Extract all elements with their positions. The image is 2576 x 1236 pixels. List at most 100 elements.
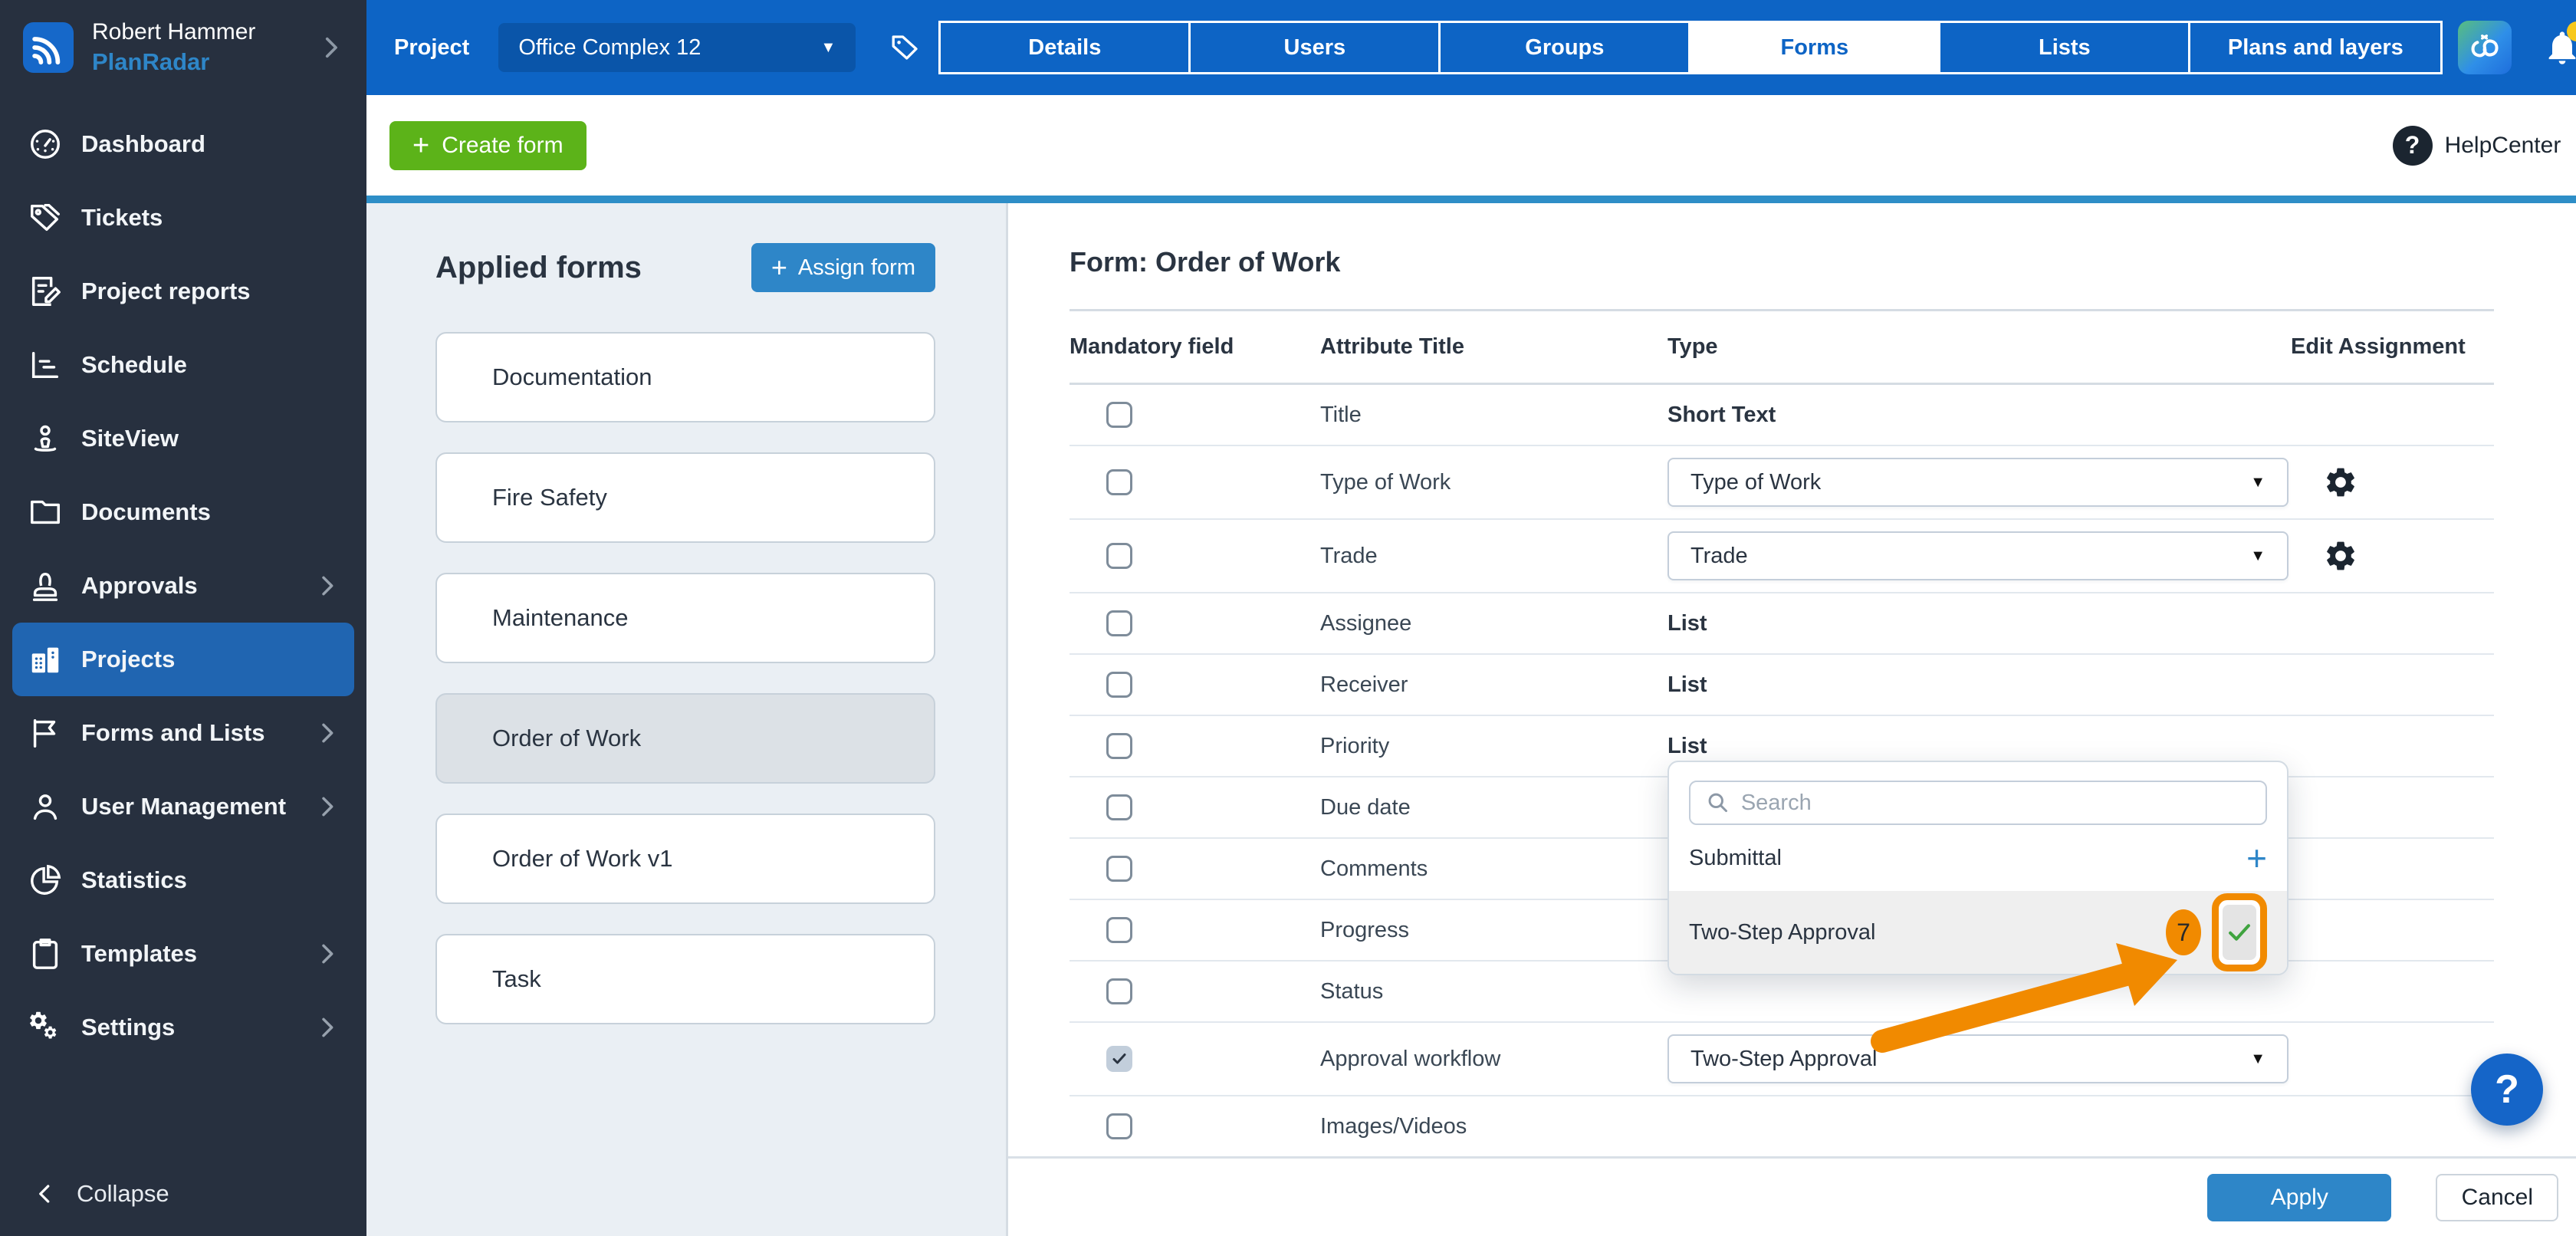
tab-groups[interactable]: Groups [1441,23,1691,72]
mandatory-checkbox-checked[interactable] [1106,1046,1132,1072]
table-row-approval-workflow: Approval workflow Two-Step Approval ▼ [1070,1023,2494,1096]
user-icon [28,789,63,824]
mandatory-checkbox[interactable] [1106,978,1132,1004]
sidebar-item-schedule[interactable]: Schedule [0,328,366,402]
search-input[interactable] [1741,791,2250,816]
planradar-logo-icon [23,22,74,73]
sidebar-item-statistics[interactable]: Statistics [0,843,366,917]
mandatory-checkbox[interactable] [1106,794,1132,820]
chevron-right-icon [317,35,343,61]
add-plus-icon[interactable]: + [2246,840,2267,876]
sidebar-item-label: Templates [81,940,197,968]
tab-forms[interactable]: Forms [1691,23,1940,72]
tab-users[interactable]: Users [1191,23,1441,72]
confirm-check-button[interactable] [2212,893,2267,971]
account-switcher[interactable]: Robert Hammer PlanRadar [0,0,366,95]
form-card-order-of-work[interactable]: Order of Work [435,693,935,784]
dropdown-option-submittal[interactable]: Submittal + [1669,825,2287,891]
sidebar-nav: Dashboard Tickets Project reports Schedu… [0,95,366,1152]
toolbar: + Create form ? HelpCenter [366,95,2576,203]
sidebar-item-siteview[interactable]: SiteView [0,402,366,475]
plus-icon: + [412,131,429,160]
sidebar-item-user-management[interactable]: User Management [0,770,366,843]
chevron-left-icon [34,1182,57,1205]
form-card-task[interactable]: Task [435,934,935,1024]
main-column: Project Office Complex 12 ▼ Details User… [366,0,2576,1236]
sidebar-collapse-button[interactable]: Collapse [0,1152,366,1236]
table-row-type-of-work: Type of Work Type of Work ▼ [1070,446,2494,520]
folder-icon [28,495,63,530]
form-detail-panel: Form: Order of Work Mandatory field Attr… [1008,203,2576,1236]
mandatory-checkbox[interactable] [1106,856,1132,882]
dashboard-icon [28,127,63,162]
form-title: Form: Order of Work [1070,203,2576,278]
tab-details[interactable]: Details [941,23,1191,72]
clipboard-icon [28,936,63,971]
col-edit-assignment: Edit Assignment [2291,334,2494,360]
table-row-assignee: Assignee List [1070,593,2494,655]
sidebar-item-documents[interactable]: Documents [0,475,366,549]
planradar-app: Robert Hammer PlanRadar Dashboard Ticket… [0,0,2576,1236]
mandatory-checkbox[interactable] [1106,733,1132,759]
schedule-gantt-icon [28,347,63,383]
approval-workflow-dropdown-popup: Submittal + Two-Step Approval 7 [1668,761,2288,975]
approval-workflow-select[interactable]: Two-Step Approval ▼ [1668,1034,2288,1083]
sidebar-item-label: Statistics [81,866,187,894]
question-circle-icon: ? [2393,126,2433,166]
connect-app-button[interactable] [2458,21,2512,74]
caret-down-icon: ▼ [2250,1050,2266,1068]
mandatory-checkbox[interactable] [1106,402,1132,428]
connect-icon [2467,30,2502,65]
sidebar-item-templates[interactable]: Templates [0,917,366,991]
tab-plans-and-layers[interactable]: Plans and layers [2190,23,2440,72]
notifications-button[interactable] [2542,28,2576,67]
project-selector[interactable]: Office Complex 12 ▼ [498,23,856,72]
mandatory-checkbox[interactable] [1106,543,1132,569]
dropdown-search[interactable] [1689,781,2267,825]
edit-assignment-gear-icon[interactable] [2323,538,2358,574]
tags-icon[interactable] [889,31,922,64]
type-of-work-select[interactable]: Type of Work ▼ [1668,458,2288,507]
form-card-maintenance[interactable]: Maintenance [435,573,935,663]
street-view-icon [28,421,63,456]
sidebar-item-label: User Management [81,793,286,820]
building-icon [28,642,63,677]
mandatory-checkbox[interactable] [1106,917,1132,943]
trade-select[interactable]: Trade ▼ [1668,531,2288,580]
assign-form-button[interactable]: + Assign form [751,243,935,292]
dropdown-option-two-step-approval[interactable]: Two-Step Approval 7 [1669,891,2287,974]
sidebar-item-settings[interactable]: Settings [0,991,366,1064]
form-card-documentation[interactable]: Documentation [435,332,935,422]
chevron-right-icon [314,794,339,819]
project-label: Project [394,35,469,61]
sidebar-item-project-reports[interactable]: Project reports [0,255,366,328]
sidebar-item-dashboard[interactable]: Dashboard [0,107,366,181]
apply-button[interactable]: Apply [2207,1174,2391,1221]
topbar: Project Office Complex 12 ▼ Details User… [366,0,2576,95]
sidebar-item-label: Schedule [81,351,187,379]
cancel-button[interactable]: Cancel [2436,1174,2558,1221]
sidebar-item-forms-and-lists[interactable]: Forms and Lists [0,696,366,770]
check-icon [1110,1050,1129,1068]
sidebar-item-approvals[interactable]: Approvals [0,549,366,623]
mandatory-checkbox[interactable] [1106,469,1132,495]
mandatory-checkbox[interactable] [1106,672,1132,698]
helpcenter-link[interactable]: ? HelpCenter [2393,126,2561,166]
mandatory-checkbox[interactable] [1106,610,1132,636]
edit-assignment-gear-icon[interactable] [2323,465,2358,500]
sidebar-item-label: Forms and Lists [81,719,264,747]
mandatory-checkbox[interactable] [1106,1113,1132,1139]
tab-lists[interactable]: Lists [1940,23,2190,72]
sidebar: Robert Hammer PlanRadar Dashboard Ticket… [0,0,366,1236]
chevron-right-icon [314,574,339,598]
form-card-fire-safety[interactable]: Fire Safety [435,452,935,543]
sidebar-item-projects[interactable]: Projects [12,623,354,696]
form-card-order-of-work-v1[interactable]: Order of Work v1 [435,814,935,904]
create-form-button[interactable]: + Create form [389,121,586,170]
sidebar-item-tickets[interactable]: Tickets [0,181,366,255]
sidebar-item-label: Project reports [81,278,251,305]
floating-help-button[interactable]: ? [2471,1054,2543,1126]
applied-forms-title: Applied forms [435,251,642,285]
chevron-right-icon [314,1015,339,1040]
caret-down-icon: ▼ [2250,474,2266,491]
